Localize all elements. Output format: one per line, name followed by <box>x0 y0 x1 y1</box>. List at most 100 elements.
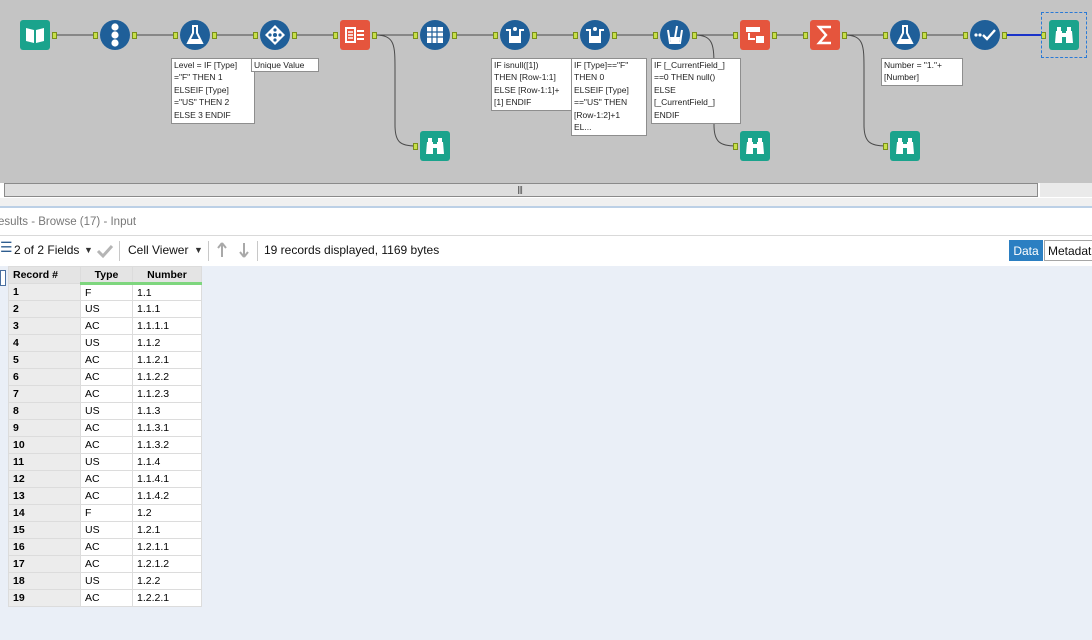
record-number-cell[interactable]: 3 <box>8 317 81 335</box>
table-row[interactable]: 5 AC 1.1.2.1 <box>8 351 202 369</box>
type-cell[interactable]: AC <box>80 317 133 335</box>
record-number-cell[interactable]: 9 <box>8 419 81 437</box>
type-cell[interactable]: AC <box>80 487 133 505</box>
cross-tab-tool[interactable] <box>420 20 450 50</box>
column-header-record[interactable]: Record # <box>8 266 81 284</box>
output-anchor[interactable] <box>842 32 847 39</box>
output-anchor[interactable] <box>132 32 137 39</box>
input-anchor[interactable] <box>653 32 658 39</box>
cell-viewer-label[interactable]: Cell Viewer <box>128 243 188 257</box>
grid-side-icon[interactable] <box>0 270 6 286</box>
record-number-cell[interactable]: 17 <box>8 555 81 573</box>
number-cell[interactable]: 1.2.2 <box>132 572 202 590</box>
output-anchor[interactable] <box>292 32 297 39</box>
input-anchor[interactable] <box>883 32 888 39</box>
fields-selector-label[interactable]: 2 of 2 Fields <box>14 243 79 257</box>
input-anchor[interactable] <box>93 32 98 39</box>
table-row[interactable]: 4 US 1.1.2 <box>8 334 202 352</box>
summarize-tool[interactable] <box>810 20 840 50</box>
input-anchor[interactable] <box>963 32 968 39</box>
output-anchor[interactable] <box>372 32 377 39</box>
chevron-down-icon[interactable]: ▼ <box>84 245 93 255</box>
number-cell[interactable]: 1.1 <box>132 283 202 301</box>
number-cell[interactable]: 1.1.1.1 <box>132 317 202 335</box>
type-cell[interactable]: US <box>80 402 133 420</box>
number-cell[interactable]: 1.1.1 <box>132 300 202 318</box>
record-number-cell[interactable]: 16 <box>8 538 81 556</box>
number-cell[interactable]: 1.1.2 <box>132 334 202 352</box>
multi-field-formula-tool[interactable] <box>660 20 690 50</box>
type-cell[interactable]: AC <box>80 589 133 607</box>
record-number-cell[interactable]: 1 <box>8 283 81 301</box>
number-cell[interactable]: 1.2.2.1 <box>132 589 202 607</box>
record-number-cell[interactable]: 13 <box>8 487 81 505</box>
type-cell[interactable]: AC <box>80 419 133 437</box>
number-cell[interactable]: 1.2.1.1 <box>132 538 202 556</box>
input-anchor[interactable] <box>333 32 338 39</box>
table-row[interactable]: 13 AC 1.1.4.2 <box>8 487 202 505</box>
number-cell[interactable]: 1.2 <box>132 504 202 522</box>
table-row[interactable]: 14 F 1.2 <box>8 504 202 522</box>
record-number-cell[interactable]: 18 <box>8 572 81 590</box>
record-number-cell[interactable]: 11 <box>8 453 81 471</box>
column-header-number[interactable]: Number <box>132 266 202 285</box>
number-cell[interactable]: 1.1.3.2 <box>132 436 202 454</box>
number-cell[interactable]: 1.2.1.2 <box>132 555 202 573</box>
type-cell[interactable]: AC <box>80 470 133 488</box>
formula-tool[interactable] <box>180 20 210 50</box>
multi-row-formula-tool[interactable] <box>500 20 530 50</box>
input-anchor[interactable] <box>173 32 178 39</box>
record-id-tool[interactable] <box>100 20 130 50</box>
tab-metadata[interactable]: Metadat <box>1044 240 1092 261</box>
type-cell[interactable]: AC <box>80 385 133 403</box>
table-row[interactable]: 8 US 1.1.3 <box>8 402 202 420</box>
input-anchor[interactable] <box>883 143 888 150</box>
transpose-tool[interactable] <box>340 20 370 50</box>
checkmark-icon[interactable] <box>96 243 114 259</box>
record-number-cell[interactable]: 15 <box>8 521 81 539</box>
table-row[interactable]: 3 AC 1.1.1.1 <box>8 317 202 335</box>
list-icon[interactable]: ☰ <box>0 240 13 254</box>
output-anchor[interactable] <box>692 32 697 39</box>
number-cell[interactable]: 1.1.2.3 <box>132 385 202 403</box>
output-anchor[interactable] <box>212 32 217 39</box>
input-data-tool[interactable] <box>20 20 50 50</box>
browse-tool[interactable] <box>1049 20 1079 50</box>
type-cell[interactable]: AC <box>80 538 133 556</box>
input-anchor[interactable] <box>413 143 418 150</box>
type-cell[interactable]: US <box>80 334 133 352</box>
arrow-up-icon[interactable] <box>216 242 228 258</box>
browse-tool[interactable] <box>420 131 450 161</box>
table-row[interactable]: 2 US 1.1.1 <box>8 300 202 318</box>
record-number-cell[interactable]: 14 <box>8 504 81 522</box>
table-row[interactable]: 16 AC 1.2.1.1 <box>8 538 202 556</box>
type-cell[interactable]: AC <box>80 351 133 369</box>
input-anchor[interactable] <box>493 32 498 39</box>
number-cell[interactable]: 1.1.3.1 <box>132 419 202 437</box>
record-number-cell[interactable]: 7 <box>8 385 81 403</box>
record-number-cell[interactable]: 6 <box>8 368 81 386</box>
number-cell[interactable]: 1.1.3 <box>132 402 202 420</box>
output-anchor[interactable] <box>612 32 617 39</box>
number-cell[interactable]: 1.1.2.2 <box>132 368 202 386</box>
output-anchor[interactable] <box>922 32 927 39</box>
input-anchor[interactable] <box>573 32 578 39</box>
type-cell[interactable]: AC <box>80 436 133 454</box>
tab-data[interactable]: Data <box>1009 240 1043 261</box>
type-cell[interactable]: F <box>80 283 133 301</box>
select-tool[interactable] <box>970 20 1000 50</box>
number-cell[interactable]: 1.1.4 <box>132 453 202 471</box>
record-number-cell[interactable]: 10 <box>8 436 81 454</box>
table-row[interactable]: 1 F 1.1 <box>8 283 202 301</box>
number-cell[interactable]: 1.1.2.1 <box>132 351 202 369</box>
output-anchor[interactable] <box>452 32 457 39</box>
text-to-columns-tool[interactable] <box>740 20 770 50</box>
type-cell[interactable]: AC <box>80 368 133 386</box>
number-cell[interactable]: 1.1.4.1 <box>132 470 202 488</box>
table-row[interactable]: 18 US 1.2.2 <box>8 572 202 590</box>
type-cell[interactable]: US <box>80 453 133 471</box>
record-number-cell[interactable]: 2 <box>8 300 81 318</box>
output-anchor[interactable] <box>532 32 537 39</box>
input-anchor[interactable] <box>253 32 258 39</box>
browse-tool[interactable] <box>890 131 920 161</box>
